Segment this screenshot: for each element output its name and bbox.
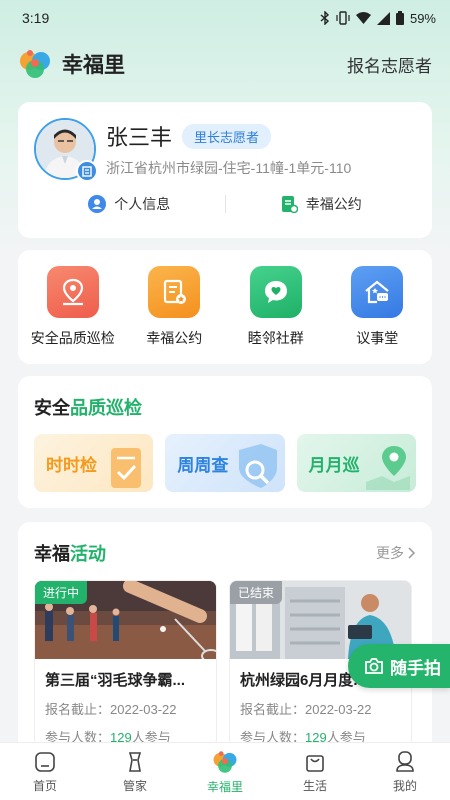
location-pin-icon (46, 266, 99, 318)
patrol-monthly-label: 月月巡 (308, 455, 360, 475)
user-name: 张三丰 (106, 125, 173, 150)
app-header: 幸福里 报名志愿者 (0, 36, 450, 92)
app-logo-icon (20, 50, 50, 78)
more-label: 更多 (376, 545, 404, 561)
vibrate-icon (336, 11, 350, 25)
menu-label: 安全品质巡检 (30, 330, 115, 346)
activity-image: 进行中 (35, 581, 216, 659)
activity-deadline: 报名截止：2022-03-22 (45, 702, 177, 717)
battery-level: 59% (409, 10, 436, 26)
house-chat-icon (351, 266, 404, 318)
happy-activities-section: 幸福活动 更多 进行中 第三届“羽毛球争霸... 报名截止：2022-03-22… (18, 522, 432, 752)
tab-butler[interactable]: 管家 (90, 743, 180, 800)
profile-icon (396, 750, 414, 772)
menu-label: 幸福公约 (146, 330, 203, 346)
quick-menu: 安全品质巡检 幸福公约 睦邻社群 议事堂 (18, 250, 432, 364)
tab-life[interactable]: 生活 (270, 743, 360, 800)
brand: 幸福里 (18, 47, 125, 81)
person-icon (88, 195, 107, 213)
camera-icon (365, 658, 383, 674)
home-icon (35, 751, 55, 772)
bluetooth-icon (320, 11, 329, 25)
section-title: 幸福活动 (34, 544, 106, 564)
document-icon (281, 196, 298, 213)
snapshot-fab[interactable]: 随手拍 (348, 644, 450, 688)
status-tag: 已结束 (230, 581, 283, 604)
map-pin-icon (365, 446, 410, 490)
menu-safety-inspection[interactable]: 安全品质巡检 (25, 266, 121, 348)
activity-deadline: 报名截止：2022-03-22 (240, 702, 372, 717)
shopping-bag-icon (306, 754, 324, 772)
activity-card[interactable]: 进行中 第三届“羽毛球争霸... 报名截止：2022-03-22 参与人数：12… (34, 580, 217, 747)
app-title: 幸福里 (62, 54, 125, 77)
bottom-tab-bar: 首页 管家 幸福里 生活 我的 (0, 742, 450, 800)
chat-heart-icon (249, 266, 302, 318)
status-tag: 进行中 (35, 581, 88, 604)
happy-place-logo-icon (213, 750, 237, 773)
happiness-pact-link[interactable]: 幸福公约 (226, 194, 417, 214)
personal-info-link[interactable]: 个人信息 (34, 194, 225, 214)
personal-info-label: 个人信息 (114, 196, 171, 212)
user-address: 浙江省杭州市绿园-住宅-11幢-1单元-110 (106, 160, 352, 176)
checklist-icon (111, 448, 142, 488)
patrol-hourly-tile[interactable]: 时时检 (34, 434, 154, 492)
profile-card[interactable]: 张三丰 里长志愿者 浙江省杭州市绿园-住宅-11幢-1单元-110 个人信息 幸… (18, 102, 432, 238)
shield-search-icon (238, 444, 277, 488)
status-bar: 3:19 59% (0, 0, 450, 36)
patrol-weekly-label: 周周查 (177, 455, 229, 475)
patrol-hourly-label: 时时检 (46, 455, 97, 475)
patrol-monthly-tile[interactable]: 月月巡 (296, 434, 416, 492)
fab-label: 随手拍 (390, 658, 441, 678)
menu-council-hall[interactable]: 议事堂 (329, 266, 425, 348)
menu-neighbor-community[interactable]: 睦邻社群 (228, 266, 324, 348)
happiness-pact-label: 幸福公约 (305, 196, 362, 212)
tab-mine[interactable]: 我的 (360, 743, 450, 800)
status-icons: 59% (320, 11, 436, 26)
avatar[interactable] (34, 118, 98, 182)
verified-badge-icon (76, 160, 98, 182)
role-badge: 里长志愿者 (182, 123, 272, 149)
butler-icon (128, 751, 142, 772)
chevron-right-icon (408, 547, 416, 559)
wifi-icon (355, 12, 371, 24)
status-time: 3:19 (22, 10, 50, 26)
volunteer-signup-link[interactable]: 报名志愿者 (347, 52, 432, 77)
document-star-icon (148, 266, 201, 318)
menu-happiness-pact[interactable]: 幸福公约 (126, 266, 222, 348)
menu-label: 议事堂 (356, 330, 399, 346)
battery-icon (395, 11, 404, 25)
signal-icon (376, 11, 390, 25)
menu-label: 睦邻社群 (247, 330, 304, 346)
safety-patrol-section: 安全品质巡检 时时检 周周查 月月巡 (18, 376, 432, 508)
more-activities-link[interactable]: 更多 (376, 543, 416, 563)
section-title: 安全品质巡检 (34, 398, 142, 418)
tab-happy-place[interactable]: 幸福里 (180, 743, 270, 800)
tab-home[interactable]: 首页 (0, 743, 90, 800)
patrol-weekly-tile[interactable]: 周周查 (165, 434, 285, 492)
activity-title: 第三届“羽毛球争霸... (45, 672, 186, 689)
